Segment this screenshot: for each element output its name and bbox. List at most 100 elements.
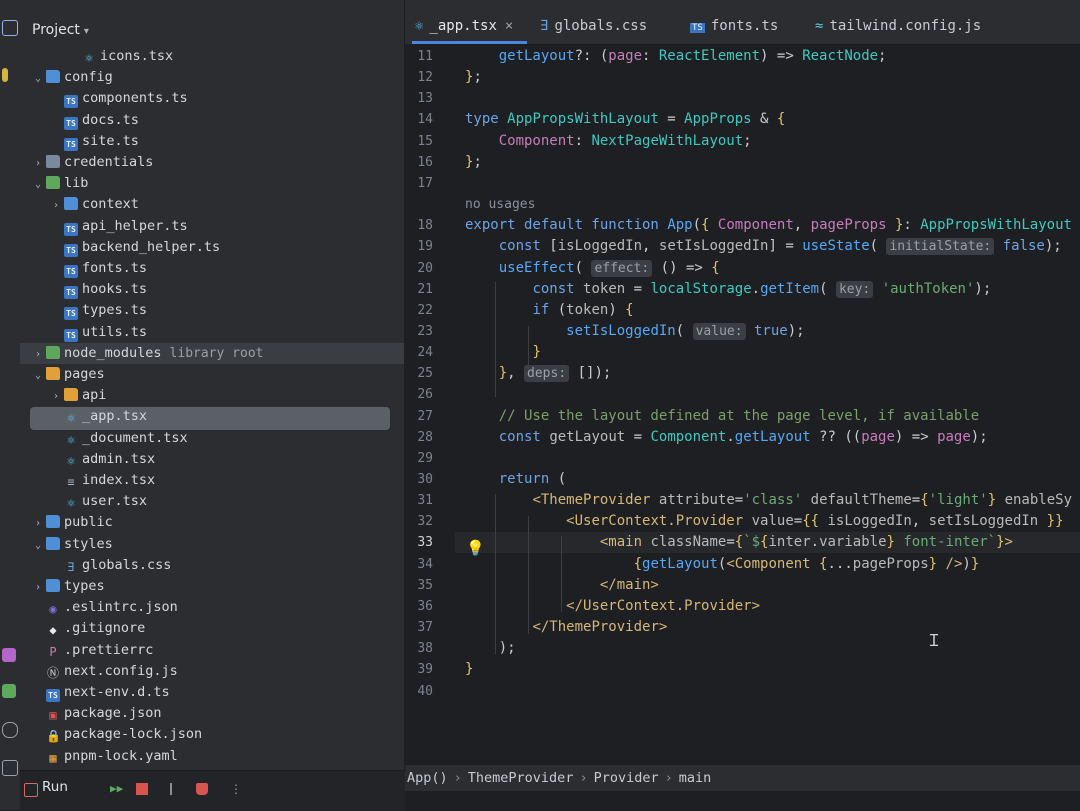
chevron-right-icon: › — [453, 770, 462, 786]
tab--app-tsx[interactable]: ⚛ _app.tsx × — [415, 14, 513, 38]
chevron-right-icon: › — [579, 770, 588, 786]
tab-globals-css[interactable]: ∃ globals.css — [540, 14, 647, 38]
close-icon[interactable]: × — [505, 18, 513, 34]
tree-item[interactable]: ⌄ config — [20, 67, 404, 88]
pnpm-icon: ▦ — [49, 750, 57, 765]
code-editor[interactable]: getLayout?: (page: ReactElement) => Reac… — [455, 44, 1080, 764]
code-line[interactable]: no usages — [465, 194, 535, 215]
delete-icon[interactable] — [196, 783, 208, 795]
code-line[interactable]: const [isLoggedIn, setIsLoggedIn] = useS… — [465, 236, 1062, 257]
code-line[interactable]: {getLayout(<Component {...pageProps} />)… — [465, 554, 980, 575]
tree-item[interactable]: ⚛ icons.tsx — [20, 46, 404, 67]
tree-item[interactable]: ⚛ user.tsx — [20, 491, 404, 512]
breadcrumb-item[interactable]: Provider — [594, 770, 659, 786]
code-line[interactable]: setIsLoggedIn( value: true); — [465, 321, 805, 342]
chevron-right-icon[interactable]: › — [50, 386, 62, 407]
code-line[interactable]: export default function App({ Component,… — [465, 215, 1072, 236]
code-line[interactable]: if (token) { — [465, 300, 633, 321]
chevron-right-icon[interactable]: › — [32, 513, 44, 534]
tree-item[interactable]: ∃ globals.css — [20, 555, 404, 576]
tree-item[interactable]: TS backend_helper.ts — [20, 237, 404, 258]
chevron-down-icon[interactable]: ⌄ — [32, 365, 44, 386]
tree-item[interactable]: TS hooks.ts — [20, 279, 404, 300]
tab-tailwind-config-js[interactable]: ≈ tailwind.config.js — [815, 14, 981, 38]
tree-item[interactable]: ⚛ admin.tsx — [20, 449, 404, 470]
tree-item[interactable]: ⌄ pages — [20, 364, 404, 385]
git-icon[interactable] — [2, 760, 18, 776]
tab-fonts-ts[interactable]: TS fonts.ts — [690, 14, 778, 38]
line-number: 36 — [417, 598, 433, 614]
more-icon[interactable]: ⋮ — [230, 783, 242, 795]
code-line[interactable]: }; — [465, 152, 482, 173]
breadcrumb-item[interactable]: ThemeProvider — [468, 770, 574, 786]
tree-item[interactable]: ⌄ lib — [20, 173, 404, 194]
tree-item[interactable]: TS utils.ts — [20, 322, 404, 343]
tree-item[interactable]: P .prettierrc — [20, 640, 404, 661]
project-view-selector[interactable]: Project ▾ — [32, 22, 89, 38]
lightbulb-icon[interactable]: 💡 — [466, 539, 485, 557]
tree-item[interactable]: TS site.ts — [20, 131, 404, 152]
chevron-down-icon[interactable]: ⌄ — [32, 535, 44, 556]
tree-item[interactable]: ≡ index.tsx — [20, 470, 404, 491]
tree-item[interactable]: TS api_helper.ts — [20, 216, 404, 237]
chevron-right-icon[interactable]: › — [32, 153, 44, 174]
chevron-down-icon[interactable]: ⌄ — [32, 174, 44, 195]
tree-item[interactable]: › public — [20, 512, 404, 533]
run-tool-icon[interactable] — [2, 684, 16, 698]
code-line[interactable]: getLayout?: (page: ReactElement) => Reac… — [465, 46, 887, 67]
chevron-right-icon[interactable]: › — [32, 344, 44, 365]
tree-item[interactable]: › api — [20, 385, 404, 406]
code-line[interactable]: const getLayout = Component.getLayout ??… — [465, 427, 988, 448]
tree-item[interactable]: 🔒 package-lock.json — [20, 724, 404, 745]
breadcrumb-item[interactable]: main — [679, 770, 712, 786]
tree-item[interactable]: › types — [20, 576, 404, 597]
code-line[interactable]: } — [465, 659, 473, 680]
chevron-down-icon[interactable]: ⌄ — [32, 68, 44, 89]
code-line[interactable]: } — [465, 342, 540, 363]
tree-item[interactable]: › node_modules library root — [20, 342, 404, 365]
code-line[interactable]: </ThemeProvider> — [465, 617, 667, 638]
code-line[interactable]: const token = localStorage.getItem( key:… — [465, 279, 991, 300]
tree-item[interactable]: TS fonts.ts — [20, 258, 404, 279]
plugin-icon[interactable] — [2, 648, 16, 662]
tree-item[interactable]: ▣ package.json — [20, 703, 404, 724]
code-line[interactable]: }, deps: []); — [465, 363, 611, 384]
tree-item[interactable]: TS types.ts — [20, 300, 404, 321]
breadcrumb-item[interactable]: App() — [407, 770, 448, 786]
tree-item[interactable]: › context — [20, 194, 404, 215]
tree-item[interactable]: ⌄ styles — [20, 534, 404, 555]
code-line[interactable]: </UserContext.Provider> — [465, 596, 760, 617]
tree-item[interactable]: ⚛ _app.tsx — [20, 406, 404, 427]
debug-icon[interactable] — [2, 722, 18, 738]
chevron-right-icon[interactable]: › — [32, 577, 44, 598]
stop-icon[interactable] — [136, 783, 148, 795]
code-line[interactable]: <main className={`${inter.variable} font… — [465, 532, 1013, 553]
code-line[interactable]: </main> — [465, 575, 659, 596]
code-line[interactable]: return ( — [465, 469, 566, 490]
tree-item[interactable]: ⚛ _document.tsx — [20, 428, 404, 449]
tab-label: _app.tsx — [429, 18, 497, 34]
code-line[interactable]: type AppPropsWithLayout = AppProps & { — [465, 109, 785, 130]
code-line[interactable]: }; — [465, 67, 482, 88]
dump-threads-icon[interactable] — [170, 783, 184, 795]
chevron-right-icon[interactable]: › — [50, 195, 62, 216]
code-line[interactable]: useEffect( effect: () => { — [465, 258, 720, 279]
tree-item[interactable]: TS components.ts — [20, 88, 404, 109]
tree-item[interactable]: ◉ .eslintrc.json — [20, 597, 404, 618]
tree-item[interactable]: ◆ .gitignore — [20, 618, 404, 639]
tree-item[interactable]: TS next-env.d.ts — [20, 682, 404, 703]
project-tool-icon[interactable] — [2, 20, 18, 36]
bookmarks-icon[interactable] — [2, 68, 8, 82]
code-line[interactable]: <ThemeProvider attribute='class' default… — [465, 490, 1072, 511]
tree-item[interactable]: TS docs.ts — [20, 110, 404, 131]
tree-item[interactable]: Ⓝnext.config.js — [20, 661, 404, 682]
tree-item[interactable]: ▦ pnpm-lock.yaml — [20, 746, 404, 767]
code-line[interactable]: // Use the layout defined at the page le… — [465, 406, 979, 427]
tree-item[interactable]: › credentials — [20, 152, 404, 173]
tree-item-label: user.tsx — [82, 493, 148, 510]
code-line[interactable]: Component: NextPageWithLayout; — [465, 131, 752, 152]
run-label[interactable]: Run — [42, 779, 68, 795]
code-line[interactable]: ); — [465, 638, 516, 659]
code-line[interactable]: <UserContext.Provider value={{ isLoggedI… — [465, 511, 1063, 532]
rerun-icon[interactable]: ▶▶ — [110, 783, 123, 795]
